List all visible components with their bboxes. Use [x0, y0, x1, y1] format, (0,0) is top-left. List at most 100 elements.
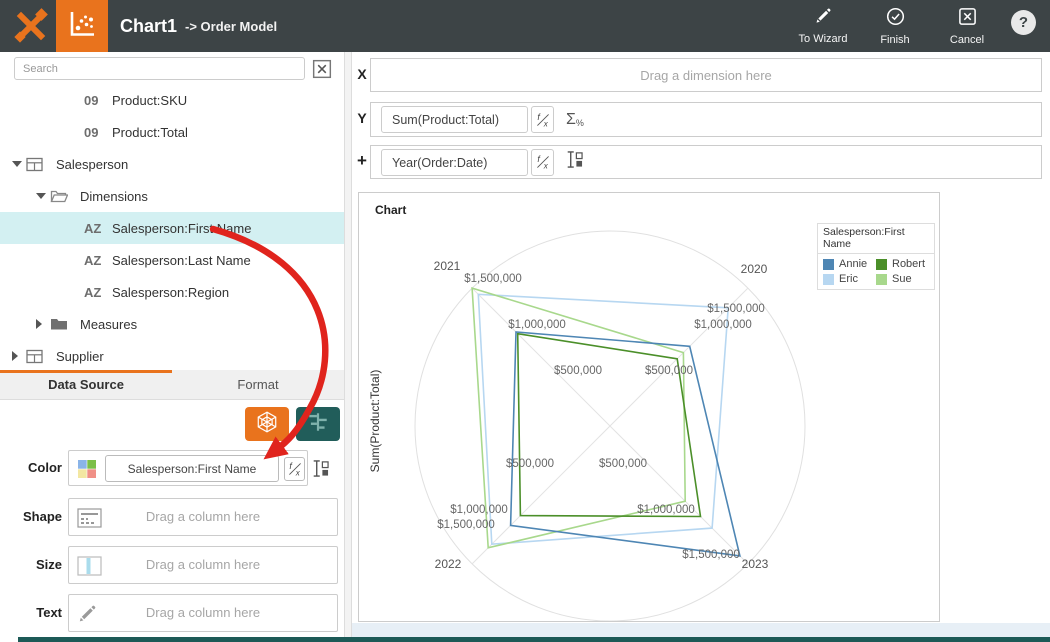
radial-tick-label: $500,000	[645, 365, 693, 377]
tree-item-label: Salesperson:First Name	[112, 221, 251, 236]
caret-down-icon[interactable]	[36, 193, 50, 199]
to-wizard-label: To Wizard	[799, 33, 848, 45]
y-shelf-label: Y	[354, 110, 370, 126]
sort-icon[interactable]	[566, 150, 583, 174]
tree-item-label: Product:Total	[112, 125, 188, 140]
table-icon	[26, 157, 52, 172]
check-circle-icon	[886, 7, 905, 31]
chart-editor-main: X Drag a dimension here Y Sum(Product:To…	[352, 52, 1050, 642]
series-annie-polygon[interactable]	[511, 332, 740, 556]
radial-tick-label: $1,500,000	[682, 549, 740, 561]
chart-preview-panel: 2021202020222023$1,500,000$1,000,000$500…	[358, 192, 940, 622]
size-drop-target[interactable]: Drag a column here	[68, 546, 338, 584]
tree-item-salesperson-first-name[interactable]: AZ Salesperson:First Name	[0, 212, 344, 244]
chart-title: Chart	[375, 203, 406, 217]
app-logo-icon	[12, 7, 50, 45]
color-field-value[interactable]: Salesperson:First Name	[105, 455, 279, 482]
folder-open-icon	[50, 189, 76, 203]
tree-item-dimensions[interactable]: Dimensions	[0, 180, 344, 212]
scatter-chart-icon	[67, 9, 97, 44]
axis-category-label: 2023	[742, 557, 769, 571]
radar-chart-type-button[interactable]	[245, 407, 289, 441]
sort-icon[interactable]	[312, 459, 329, 483]
legend-label: Sue	[892, 273, 912, 285]
shape-drop-target[interactable]: Drag a column here	[68, 498, 338, 536]
legend-swatch	[823, 274, 834, 285]
tree-item-label: Salesperson	[56, 157, 128, 172]
tree-item-label: Dimensions	[80, 189, 148, 204]
legend-item-annie[interactable]: Annie	[823, 258, 876, 270]
cancel-button[interactable]: Cancel	[938, 7, 996, 46]
tree-item-salesperson-last-name[interactable]: AZSalesperson:Last Name	[0, 244, 344, 276]
finish-button[interactable]: Finish	[866, 7, 924, 46]
string-field-icon: AZ	[84, 221, 108, 236]
active-tab-indicator	[0, 370, 172, 373]
bottom-scroll-strip[interactable]	[352, 623, 1050, 637]
x-shelf-placeholder: Drag a dimension here	[371, 68, 1041, 83]
tree-item-salesperson[interactable]: Salesperson	[0, 148, 344, 180]
close-box-icon	[958, 7, 977, 31]
folder-icon	[50, 317, 76, 331]
tree-item-supplier[interactable]: Supplier	[0, 340, 344, 372]
y-formula-button[interactable]: fx	[531, 106, 554, 133]
levels-chart-type-button[interactable]	[296, 407, 340, 441]
tree-item-label: Salesperson:Region	[112, 285, 229, 300]
radial-tick-label: $1,000,000	[450, 504, 508, 516]
color-label: Color	[0, 450, 62, 486]
plus-shelf-label: +	[354, 151, 370, 171]
color-formula-button[interactable]: fx	[284, 457, 305, 481]
legend-item-eric[interactable]: Eric	[823, 273, 876, 285]
svg-text:f: f	[289, 461, 293, 471]
caret-right-icon[interactable]	[36, 319, 50, 329]
field-tree: 09Product:SKU 09 Product:Total Salesperson D…	[0, 84, 344, 372]
data-source-sidebar: 09Product:SKU 09 Product:Total Salesperson D…	[0, 52, 344, 642]
pencil-icon	[814, 7, 832, 30]
table-icon	[26, 349, 52, 364]
text-drop-target[interactable]: Drag a column here	[68, 594, 338, 632]
color-drop-target[interactable]: Salesperson:First Namefx	[68, 450, 308, 486]
model-name: -> Order Model	[185, 19, 277, 34]
shape-binding-row: ShapeDrag a column here	[0, 498, 344, 536]
search-input[interactable]	[14, 57, 305, 80]
to-wizard-button[interactable]: To Wizard	[794, 7, 852, 46]
levels-icon	[306, 410, 330, 439]
help-button[interactable]: ?	[1011, 10, 1036, 35]
y-shelf[interactable]: Sum(Product:Total) fx Σ%	[370, 102, 1042, 137]
tree-item-measures[interactable]: Measures	[0, 308, 344, 340]
size-binding-row: SizeDrag a column here	[0, 546, 344, 584]
number-field-icon: 09	[84, 125, 108, 140]
legend-title: Salesperson:First Name	[818, 224, 934, 254]
svg-text:x: x	[542, 161, 548, 170]
legend-label: Eric	[839, 273, 858, 285]
caret-right-icon[interactable]	[12, 351, 26, 361]
x-shelf[interactable]: Drag a dimension here	[370, 58, 1042, 92]
radar-web-icon	[255, 410, 279, 439]
svg-text:x: x	[542, 119, 548, 128]
string-field-icon: AZ	[84, 285, 108, 300]
panel-splitter[interactable]	[344, 52, 352, 642]
group-formula-button[interactable]: fx	[531, 149, 554, 176]
chart-type-buttons	[0, 401, 344, 447]
percent-of-total-icon[interactable]: Σ%	[566, 111, 584, 129]
group-field-pill[interactable]: Year(Order:Date)	[381, 149, 528, 176]
legend-item-robert[interactable]: Robert	[876, 258, 929, 270]
tab-data-source[interactable]: Data Source	[0, 370, 172, 399]
radial-tick-label: $500,000	[554, 365, 602, 377]
tree-item-label: Measures	[80, 317, 137, 332]
search-clear-button[interactable]	[312, 59, 332, 79]
y-field-pill[interactable]: Sum(Product:Total)	[381, 106, 528, 133]
tree-item-salesperson-region[interactable]: AZ Salesperson:Region	[0, 276, 344, 308]
legend-item-sue[interactable]: Sue	[876, 273, 929, 285]
radial-tick-label: $1,500,000	[707, 303, 765, 315]
tree-item-product-total[interactable]: 09 Product:Total	[0, 116, 344, 148]
chart-type-tile-icon[interactable]	[56, 0, 108, 52]
text-binding-row: TextDrag a column here	[0, 594, 344, 632]
tab-format[interactable]: Format	[172, 370, 344, 399]
chart-name: Chart1	[120, 16, 177, 37]
caret-down-icon[interactable]	[12, 161, 26, 167]
size-placeholder: Drag a column here	[69, 547, 337, 583]
tree-item-product-sku[interactable]: 09Product:SKU	[0, 84, 344, 116]
axis-category-label: 2022	[435, 557, 462, 571]
group-shelf[interactable]: Year(Order:Date) fx	[370, 145, 1042, 179]
radial-tick-label: $500,000	[599, 458, 647, 470]
